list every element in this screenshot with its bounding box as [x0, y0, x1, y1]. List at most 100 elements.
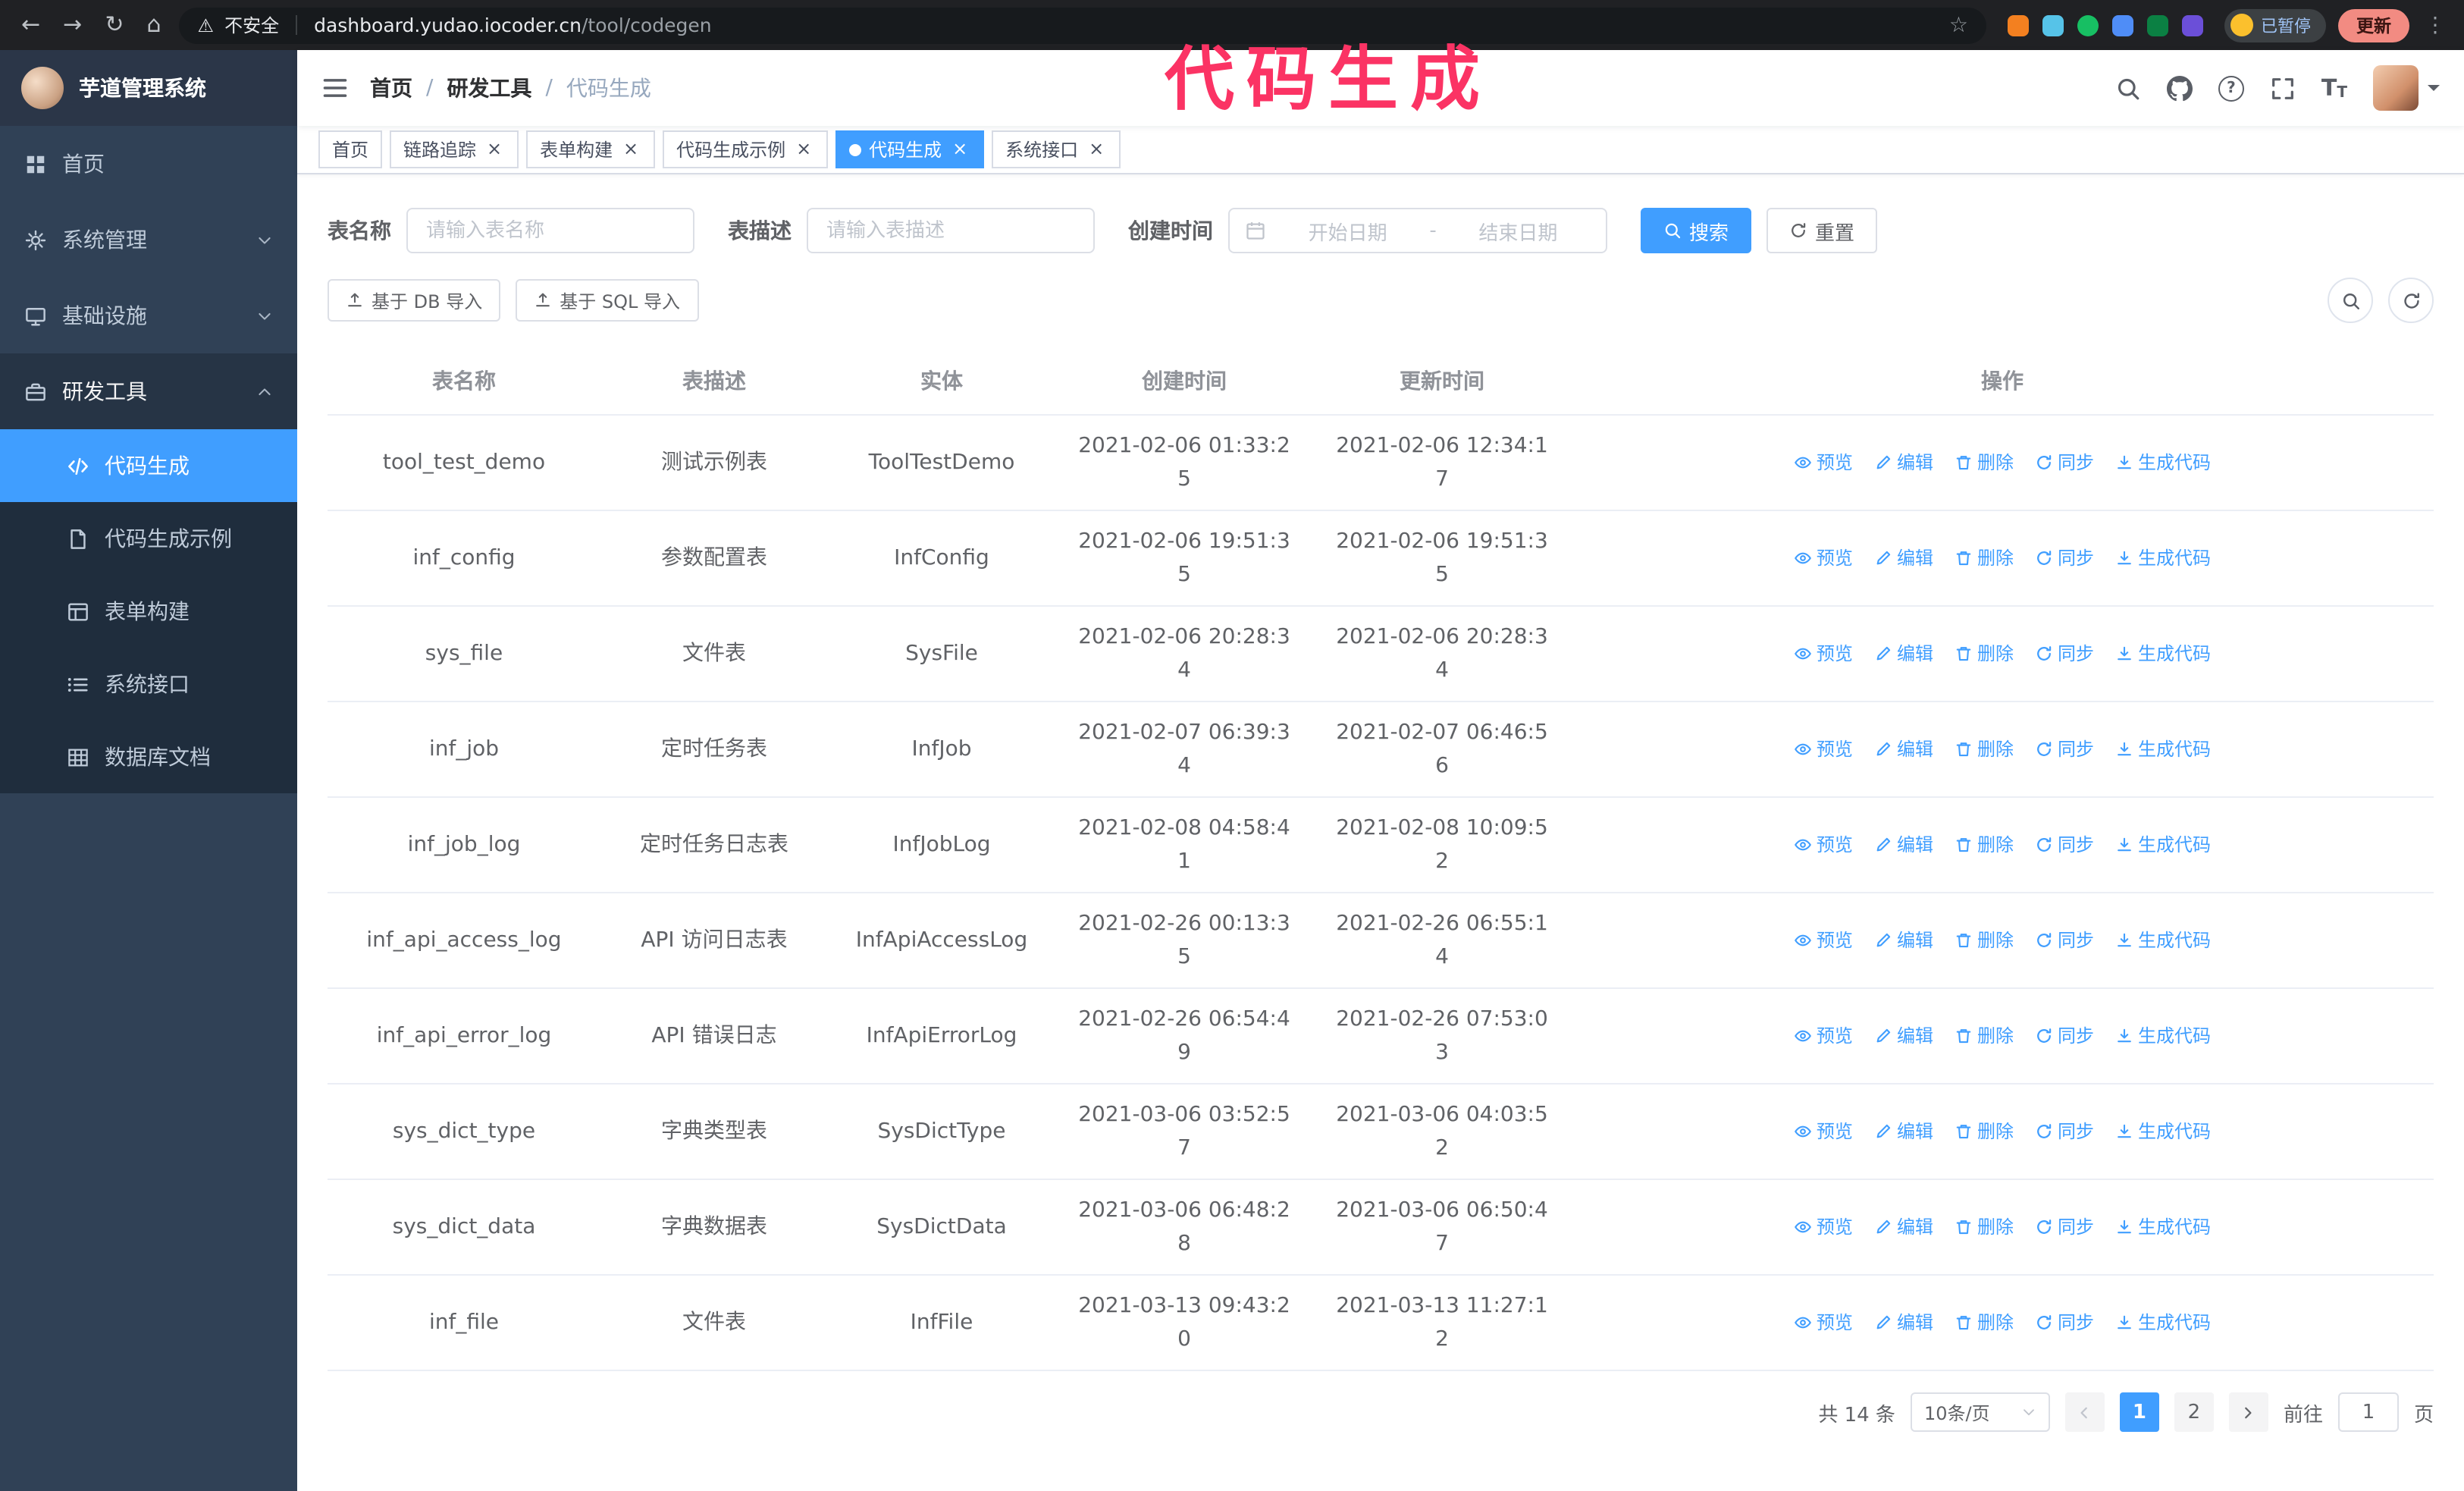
url-text[interactable]: dashboard.yudao.iocoder.cn/tool/codegen — [314, 14, 1939, 36]
sync-action[interactable]: 同步 — [2035, 637, 2094, 670]
edit-action[interactable]: 编辑 — [1874, 1019, 1933, 1053]
tab-codegen[interactable]: 代码生成 × — [835, 130, 985, 168]
preview-action[interactable]: 预览 — [1794, 1115, 1853, 1148]
create-time-range-picker[interactable]: 开始日期 - 结束日期 — [1228, 208, 1607, 253]
generate-code-action[interactable]: 生成代码 — [2115, 1210, 2211, 1244]
close-icon[interactable]: × — [620, 138, 641, 160]
edit-action[interactable]: 编辑 — [1874, 1115, 1933, 1148]
tab-codegen-example[interactable]: 代码生成示例 × — [663, 130, 829, 168]
delete-action[interactable]: 删除 — [1955, 733, 2014, 766]
search-button[interactable]: 搜索 — [1641, 208, 1752, 253]
reset-button[interactable]: 重置 — [1766, 208, 1878, 253]
generate-code-action[interactable]: 生成代码 — [2115, 924, 2211, 957]
extension-icon[interactable] — [2008, 14, 2029, 36]
generate-code-action[interactable]: 生成代码 — [2115, 1306, 2211, 1339]
tab-home[interactable]: 首页 — [318, 130, 383, 168]
preview-action[interactable]: 预览 — [1794, 541, 1853, 575]
import-sql-button[interactable]: 基于 SQL 导入 — [516, 279, 698, 322]
edit-action[interactable]: 编辑 — [1874, 1306, 1933, 1339]
preview-action[interactable]: 预览 — [1794, 1306, 1853, 1339]
fullscreen-icon[interactable] — [2270, 75, 2296, 101]
sync-action[interactable]: 同步 — [2035, 1306, 2094, 1339]
reload-icon[interactable]: ↻ — [105, 13, 124, 36]
generate-code-action[interactable]: 生成代码 — [2115, 446, 2211, 479]
prev-page-button[interactable] — [2064, 1392, 2105, 1432]
table-name-input[interactable] — [406, 208, 694, 253]
edit-action[interactable]: 编辑 — [1874, 446, 1933, 479]
address-bar[interactable]: ⚠ 不安全 dashboard.yudao.iocoder.cn/tool/co… — [179, 7, 1986, 43]
paused-badge[interactable]: 已暂停 — [2224, 8, 2326, 42]
preview-action[interactable]: 预览 — [1794, 446, 1853, 479]
preview-action[interactable]: 预览 — [1794, 1210, 1853, 1244]
delete-action[interactable]: 删除 — [1955, 541, 2014, 575]
back-icon[interactable]: ← — [21, 13, 40, 36]
page-number-1[interactable]: 1 — [2119, 1392, 2159, 1432]
app-logo[interactable]: 芋道管理系统 — [0, 50, 297, 126]
sync-action[interactable]: 同步 — [2035, 541, 2094, 575]
extension-icon[interactable] — [2042, 14, 2064, 36]
bookmark-star-icon[interactable]: ☆ — [1949, 13, 1968, 37]
close-icon[interactable]: × — [949, 138, 970, 160]
preview-action[interactable]: 预览 — [1794, 637, 1853, 670]
sync-action[interactable]: 同步 — [2035, 733, 2094, 766]
delete-action[interactable]: 删除 — [1955, 828, 2014, 862]
sidebar-item-dev-tools[interactable]: 研发工具 — [0, 353, 297, 429]
sidebar-item-codegen[interactable]: 代码生成 — [0, 429, 297, 502]
generate-code-action[interactable]: 生成代码 — [2115, 1115, 2211, 1148]
close-icon[interactable]: × — [1086, 138, 1107, 160]
extension-icon[interactable] — [2112, 14, 2133, 36]
sidebar-collapse-icon[interactable] — [321, 74, 349, 102]
preview-action[interactable]: 预览 — [1794, 733, 1853, 766]
generate-code-action[interactable]: 生成代码 — [2115, 637, 2211, 670]
delete-action[interactable]: 删除 — [1955, 1115, 2014, 1148]
next-page-button[interactable] — [2228, 1392, 2268, 1432]
edit-action[interactable]: 编辑 — [1874, 924, 1933, 957]
edit-action[interactable]: 编辑 — [1874, 828, 1933, 862]
delete-action[interactable]: 删除 — [1955, 637, 2014, 670]
page-number-2[interactable]: 2 — [2174, 1392, 2214, 1432]
extension-icon[interactable] — [2077, 14, 2099, 36]
help-icon[interactable]: ? — [2218, 75, 2244, 101]
preview-action[interactable]: 预览 — [1794, 1019, 1853, 1053]
extension-icon[interactable] — [2182, 14, 2203, 36]
sidebar-item-infrastructure[interactable]: 基础设施 — [0, 278, 297, 353]
breadcrumb-dev-tools[interactable]: 研发工具 — [447, 73, 531, 103]
table-desc-input[interactable] — [807, 208, 1095, 253]
generate-code-action[interactable]: 生成代码 — [2115, 541, 2211, 575]
edit-action[interactable]: 编辑 — [1874, 541, 1933, 575]
sidebar-item-form-builder[interactable]: 表单构建 — [0, 575, 297, 648]
github-icon[interactable] — [2167, 75, 2193, 101]
update-button[interactable]: 更新 — [2338, 8, 2409, 42]
sidebar-item-codegen-example[interactable]: 代码生成示例 — [0, 502, 297, 575]
refresh-table-button[interactable] — [2388, 278, 2434, 323]
home-icon[interactable]: ⌂ — [146, 13, 161, 36]
tab-form-builder[interactable]: 表单构建 × — [526, 130, 656, 168]
sidebar-item-db-doc[interactable]: 数据库文档 — [0, 720, 297, 793]
edit-action[interactable]: 编辑 — [1874, 637, 1933, 670]
breadcrumb-home[interactable]: 首页 — [370, 73, 412, 103]
sync-action[interactable]: 同步 — [2035, 446, 2094, 479]
search-icon[interactable] — [2115, 75, 2141, 101]
delete-action[interactable]: 删除 — [1955, 1306, 2014, 1339]
delete-action[interactable]: 删除 — [1955, 924, 2014, 957]
font-size-icon[interactable]: TT — [2321, 74, 2347, 102]
sidebar-item-system-api[interactable]: 系统接口 — [0, 648, 297, 720]
forward-icon[interactable]: → — [63, 13, 82, 36]
generate-code-action[interactable]: 生成代码 — [2115, 1019, 2211, 1053]
sync-action[interactable]: 同步 — [2035, 1115, 2094, 1148]
preview-action[interactable]: 预览 — [1794, 924, 1853, 957]
sidebar-item-home[interactable]: 首页 — [0, 126, 297, 202]
toggle-search-button[interactable] — [2328, 278, 2373, 323]
import-db-button[interactable]: 基于 DB 导入 — [328, 279, 501, 322]
delete-action[interactable]: 删除 — [1955, 1019, 2014, 1053]
sync-action[interactable]: 同步 — [2035, 924, 2094, 957]
security-label[interactable]: 不安全 — [224, 12, 279, 38]
sync-action[interactable]: 同步 — [2035, 1019, 2094, 1053]
browser-menu-icon[interactable]: ⋮ — [2422, 14, 2449, 36]
delete-action[interactable]: 删除 — [1955, 446, 2014, 479]
user-menu[interactable] — [2373, 65, 2440, 111]
generate-code-action[interactable]: 生成代码 — [2115, 733, 2211, 766]
generate-code-action[interactable]: 生成代码 — [2115, 828, 2211, 862]
extension-icon[interactable] — [2147, 14, 2168, 36]
close-icon[interactable]: × — [484, 138, 505, 160]
